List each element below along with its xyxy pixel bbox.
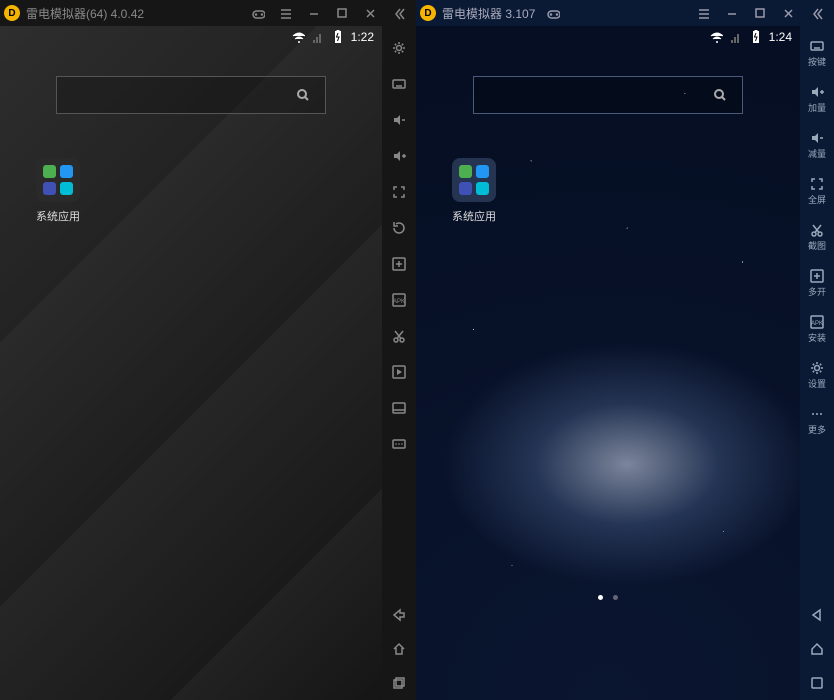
app-logo-icon: D — [4, 5, 20, 21]
folder-icon — [452, 158, 496, 202]
nav-back-button[interactable] — [382, 598, 416, 632]
android-screen[interactable]: 1:24 系统应用 — [416, 26, 800, 700]
app-logo-icon: D — [420, 5, 436, 21]
install-apk-button[interactable]: 安装 — [800, 306, 834, 352]
close-button[interactable] — [774, 0, 802, 26]
emulator-left: D 雷电模拟器(64) 4.0.42 1:22 系统应用 — [0, 0, 416, 700]
battery-icon — [749, 30, 763, 44]
side-toolbar — [382, 26, 416, 700]
wifi-icon — [709, 30, 723, 44]
settings-button[interactable] — [382, 30, 416, 66]
maximize-button[interactable] — [746, 0, 774, 26]
minimize-button[interactable] — [300, 0, 328, 26]
minimize-button[interactable] — [718, 0, 746, 26]
menu-icon[interactable] — [690, 0, 718, 26]
search-icon — [712, 87, 728, 103]
wifi-icon — [291, 30, 305, 44]
system-apps-folder[interactable]: 系统应用 — [446, 158, 502, 224]
search-icon — [295, 87, 311, 103]
menu-icon[interactable] — [272, 0, 300, 26]
window-title: 雷电模拟器 3.107 — [442, 5, 535, 22]
record-button[interactable] — [382, 354, 416, 390]
gamepad-icon[interactable] — [244, 0, 272, 26]
nav-recent-button[interactable] — [382, 666, 416, 700]
nav-home-button[interactable] — [800, 632, 834, 666]
rotate-button[interactable] — [382, 210, 416, 246]
keyboard-button[interactable] — [382, 66, 416, 102]
search-bar[interactable] — [473, 76, 743, 114]
install-apk-button[interactable] — [382, 282, 416, 318]
folder-label: 系统应用 — [30, 208, 86, 224]
more-button[interactable] — [382, 426, 416, 462]
titlebar: D 雷电模拟器 3.107 — [416, 0, 834, 26]
close-button[interactable] — [356, 0, 384, 26]
window-title: 雷电模拟器(64) 4.0.42 — [26, 5, 144, 22]
screenshot-button[interactable]: 截图 — [800, 214, 834, 260]
fullscreen-button[interactable]: 全屏 — [800, 168, 834, 214]
multi-instance-button[interactable]: 多开 — [800, 260, 834, 306]
gamepad-icon[interactable] — [539, 0, 567, 26]
folder-label: 系统应用 — [446, 208, 502, 224]
volume-up-button[interactable] — [382, 138, 416, 174]
nav-back-button[interactable] — [800, 598, 834, 632]
more-button[interactable]: 更多 — [800, 398, 834, 444]
titlebar: D 雷电模拟器(64) 4.0.42 — [0, 0, 416, 26]
collapse-sidebar-button[interactable] — [384, 0, 412, 26]
emulator-right: D 雷电模拟器 3.107 1:24 系统应用 — [416, 0, 834, 700]
status-bar: 1:22 — [0, 26, 382, 48]
signal-icon — [311, 30, 325, 44]
side-toolbar: 按键 加量 减量 全屏 截图 多开 安装 设置 更多 — [800, 26, 834, 700]
android-screen[interactable]: 1:22 系统应用 — [0, 26, 382, 700]
nav-recent-button[interactable] — [800, 666, 834, 700]
signal-icon — [729, 30, 743, 44]
folder-icon — [36, 158, 80, 202]
volume-down-button[interactable]: 减量 — [800, 122, 834, 168]
add-button[interactable] — [382, 246, 416, 282]
page-indicator — [598, 595, 618, 600]
settings-button[interactable]: 设置 — [800, 352, 834, 398]
fullscreen-button[interactable] — [382, 174, 416, 210]
volume-down-button[interactable] — [382, 102, 416, 138]
screenshot-button[interactable] — [382, 318, 416, 354]
status-bar: 1:24 — [416, 26, 800, 48]
clock: 1:24 — [769, 30, 792, 44]
maximize-button[interactable] — [328, 0, 356, 26]
volume-up-button[interactable]: 加量 — [800, 76, 834, 122]
keymap-button[interactable]: 按键 — [800, 30, 834, 76]
nav-home-button[interactable] — [382, 632, 416, 666]
clock: 1:22 — [351, 30, 374, 44]
search-bar[interactable] — [56, 76, 326, 114]
battery-icon — [331, 30, 345, 44]
panel-button[interactable] — [382, 390, 416, 426]
collapse-sidebar-button[interactable] — [802, 0, 830, 26]
system-apps-folder[interactable]: 系统应用 — [30, 158, 86, 224]
